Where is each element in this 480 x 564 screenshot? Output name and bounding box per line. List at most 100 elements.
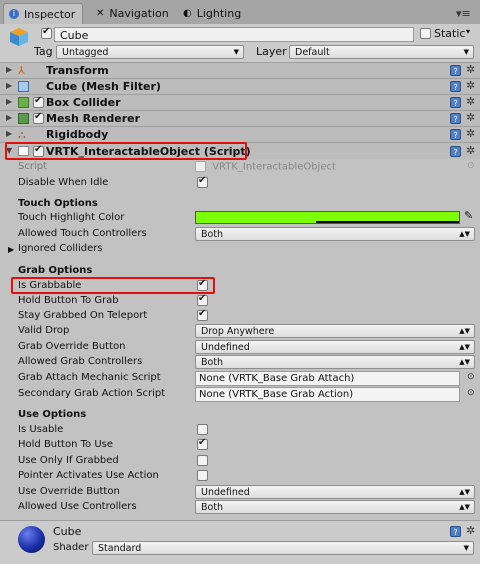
- ignored-colliders-arrow-icon[interactable]: ▶: [8, 245, 14, 254]
- tab-navigation[interactable]: ✕ Navigation: [96, 3, 169, 24]
- component-mesh-renderer[interactable]: ▶ Mesh Renderer ? ✲: [0, 110, 480, 126]
- stay-grabbed-on-teleport-checkbox[interactable]: [197, 308, 208, 321]
- tag-dropdown[interactable]: Untagged ▼: [56, 45, 244, 59]
- allowed-use-controllers-label: Allowed Use Controllers: [18, 501, 137, 512]
- allowed-touch-controllers-label: Allowed Touch Controllers: [18, 228, 147, 239]
- touch-highlight-color-swatch[interactable]: [195, 211, 460, 224]
- box-collider-icon: [18, 97, 29, 108]
- object-picker-icon[interactable]: ⊙: [467, 388, 475, 398]
- expand-arrow-icon[interactable]: ▶: [6, 113, 12, 122]
- component-enabled-checkbox[interactable]: [33, 111, 44, 124]
- grab-attach-mechanic-script-label: Grab Attach Mechanic Script: [18, 372, 161, 383]
- help-icon[interactable]: ?: [450, 113, 461, 124]
- allowed-touch-controllers-dropdown[interactable]: Both ▲▼: [195, 227, 475, 241]
- allowed-use-controllers-dropdown[interactable]: Both ▲▼: [195, 500, 475, 514]
- transform-icon: ⅄: [18, 64, 25, 77]
- help-icon[interactable]: ?: [450, 97, 461, 108]
- touch-options-heading: Touch Options: [18, 198, 98, 209]
- component-title: Mesh Renderer: [46, 112, 141, 125]
- help-icon[interactable]: ?: [450, 65, 461, 76]
- valid-drop-label: Valid Drop: [18, 325, 70, 336]
- help-icon[interactable]: ?: [450, 526, 461, 537]
- script-file-icon: [195, 161, 206, 172]
- mesh-filter-icon: [18, 81, 29, 92]
- hold-button-to-use-label: Hold Button To Use: [18, 439, 114, 450]
- tab-lighting-label: Lighting: [196, 7, 242, 20]
- object-name-field[interactable]: Cube: [54, 27, 414, 42]
- tab-inspector-label: Inspector: [24, 7, 76, 21]
- lighting-icon: ◐: [183, 8, 192, 19]
- grab-options-heading: Grab Options: [18, 265, 93, 276]
- gear-icon[interactable]: ✲: [466, 127, 475, 140]
- stay-grabbed-on-teleport-label: Stay Grabbed On Teleport: [18, 310, 148, 321]
- allowed-grab-controllers-label: Allowed Grab Controllers: [18, 356, 143, 367]
- mesh-renderer-icon: [18, 113, 29, 124]
- help-icon[interactable]: ?: [450, 146, 461, 157]
- use-override-button-dropdown[interactable]: Undefined ▲▼: [195, 485, 475, 499]
- eyedropper-icon[interactable]: ✎: [464, 209, 473, 222]
- hold-button-to-grab-checkbox[interactable]: [197, 293, 208, 306]
- tab-menu-icon[interactable]: ▾≡: [456, 7, 471, 20]
- tab-lighting[interactable]: ◐ Lighting: [183, 3, 241, 24]
- grab-override-button-dropdown[interactable]: Undefined ▲▼: [195, 340, 475, 354]
- gear-icon[interactable]: ✲: [466, 95, 475, 108]
- gameobject-header: Cube Static ▾ Tag Untagged▼ Layer Defaul…: [0, 24, 480, 62]
- use-only-if-grabbed-checkbox[interactable]: [197, 455, 208, 466]
- component-title: Box Collider: [46, 96, 121, 109]
- expand-arrow-icon[interactable]: ▶: [6, 129, 12, 138]
- shader-dropdown[interactable]: Standard ▼: [92, 541, 474, 555]
- grab-attach-mechanic-script-field[interactable]: None (VRTK_Base Grab Attach): [195, 371, 460, 386]
- gear-icon[interactable]: ✲: [466, 79, 475, 92]
- allowed-grab-controllers-dropdown[interactable]: Both ▲▼: [195, 355, 475, 369]
- secondary-grab-action-script-field[interactable]: None (VRTK_Base Grab Action): [195, 387, 460, 402]
- disable-when-idle-checkbox[interactable]: [197, 175, 208, 188]
- gear-icon[interactable]: ✲: [466, 63, 475, 76]
- tab-inspector[interactable]: i Inspector: [3, 3, 83, 24]
- script-label: Script: [18, 161, 48, 172]
- static-dropdown-icon[interactable]: ▾: [466, 27, 470, 36]
- gear-icon[interactable]: ✲: [466, 111, 475, 124]
- component-title: Rigidbody: [46, 128, 109, 141]
- material-sphere-icon: [18, 526, 45, 553]
- component-rigidbody[interactable]: ▶ ⛬ Rigidbody ? ✲: [0, 126, 480, 142]
- material-name: Cube: [53, 525, 82, 538]
- hold-button-to-grab-label: Hold Button To Grab: [18, 295, 119, 306]
- component-mesh-filter[interactable]: ▶ Cube (Mesh Filter) ? ✲: [0, 78, 480, 94]
- shader-label: Shader: [53, 542, 89, 553]
- pointer-activates-use-action-checkbox[interactable]: [197, 470, 208, 481]
- tag-label: Tag: [34, 45, 53, 58]
- static-checkbox[interactable]: [420, 28, 431, 39]
- use-override-button-label: Use Override Button: [18, 486, 120, 497]
- component-transform[interactable]: ▶ ⅄ Transform ? ✲: [0, 62, 480, 78]
- gear-icon[interactable]: ✲: [466, 144, 475, 157]
- is-usable-checkbox[interactable]: [197, 424, 208, 435]
- use-options-heading: Use Options: [18, 409, 87, 420]
- layer-label: Layer: [256, 45, 287, 58]
- disable-when-idle-label: Disable When Idle: [18, 177, 109, 188]
- grab-override-button-label: Grab Override Button: [18, 341, 126, 352]
- expand-arrow-icon[interactable]: ▶: [6, 65, 12, 74]
- valid-drop-dropdown[interactable]: Drop Anywhere ▲▼: [195, 324, 475, 338]
- expand-arrow-icon[interactable]: ▶: [6, 81, 12, 90]
- object-picker-icon[interactable]: ⊙: [467, 372, 475, 382]
- touch-highlight-color-label: Touch Highlight Color: [18, 212, 125, 223]
- tab-navigation-label: Navigation: [109, 7, 169, 20]
- layer-dropdown[interactable]: Default ▼: [289, 45, 474, 59]
- active-checkbox[interactable]: [41, 26, 52, 39]
- expand-arrow-icon[interactable]: ▶: [6, 97, 12, 106]
- highlight-box-component: [5, 142, 247, 160]
- is-usable-label: Is Usable: [18, 424, 64, 435]
- ignored-colliders-label[interactable]: Ignored Colliders: [18, 243, 103, 254]
- help-icon[interactable]: ?: [450, 81, 461, 92]
- use-only-if-grabbed-label: Use Only If Grabbed: [18, 455, 119, 466]
- material-section: Cube Shader Standard ▼ ? ✲: [0, 520, 480, 564]
- component-box-collider[interactable]: ▶ Box Collider ? ✲: [0, 94, 480, 110]
- cube-icon: [8, 26, 30, 48]
- pointer-activates-use-action-label: Pointer Activates Use Action: [18, 470, 159, 481]
- component-enabled-checkbox[interactable]: [33, 95, 44, 108]
- static-label: Static: [434, 27, 466, 40]
- gear-icon[interactable]: ✲: [466, 524, 475, 537]
- hold-button-to-use-checkbox[interactable]: [197, 437, 208, 450]
- help-icon[interactable]: ?: [450, 129, 461, 140]
- info-icon: i: [9, 9, 19, 19]
